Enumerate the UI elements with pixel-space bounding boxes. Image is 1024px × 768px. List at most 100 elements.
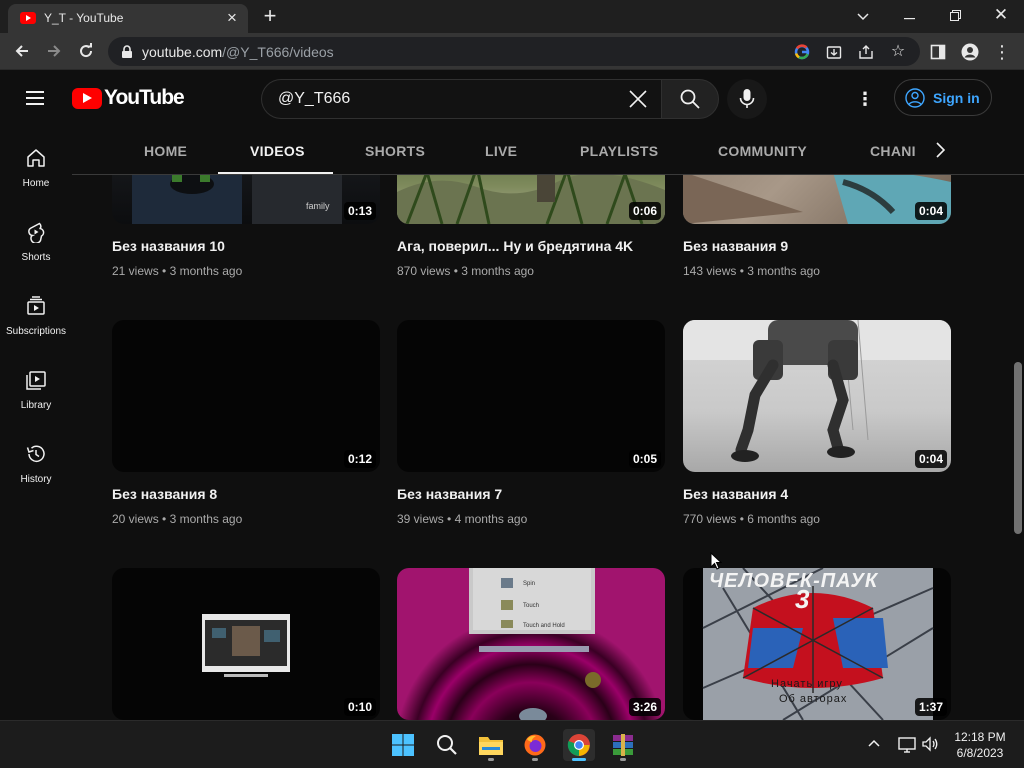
file-explorer-icon <box>479 737 503 755</box>
active-tab-indicator <box>218 172 333 174</box>
profile-icon[interactable] <box>958 40 982 64</box>
video-title[interactable]: Без названия 4 <box>683 486 788 502</box>
browser-menu-icon[interactable]: ⋮ <box>990 40 1014 64</box>
back-button[interactable] <box>8 37 36 65</box>
tab-home[interactable]: HOME <box>144 143 187 159</box>
spiderman-menu-about: Об авторах <box>779 693 848 705</box>
forward-button[interactable] <box>40 37 68 65</box>
file-explorer-button[interactable] <box>475 729 507 761</box>
video-title[interactable]: Ага, поверил... Ну и бредятина 4K <box>397 238 633 254</box>
running-indicator <box>532 758 538 761</box>
guide-item-label: History <box>20 474 52 485</box>
mini-guide-sidebar: Home Shorts Subscriptions Library Histor… <box>0 127 72 720</box>
video-thumbnail[interactable]: ЧЕЛОВЕК-ПАУК 3 Начать игру Об авторах 1:… <box>683 568 951 720</box>
address-bar[interactable]: youtube.com/@Y_T666/videos ☆ <box>108 37 920 66</box>
reload-button[interactable] <box>72 37 100 65</box>
video-thumbnail[interactable]: 0:04 <box>683 320 951 472</box>
spiderman-menu-start: Начать игру <box>771 678 843 690</box>
winrar-button[interactable] <box>607 729 639 761</box>
video-grid: family 0:13 Без названия 10 21 views • 3… <box>72 175 1024 720</box>
browser-tab[interactable]: Y_T - YouTube × <box>8 4 248 33</box>
close-window-button[interactable]: ✕ <box>978 0 1024 33</box>
video-thumbnail[interactable]: Spin Touch Touch and Hold 3:26 <box>397 568 665 720</box>
winrar-icon <box>613 734 633 756</box>
thumbnail-image <box>202 614 290 677</box>
video-title[interactable]: Без названия 8 <box>112 486 217 502</box>
chrome-button[interactable] <box>563 729 595 761</box>
tab-title: Y_T - YouTube <box>44 11 124 25</box>
channel-tabs: HOME VIDEOS SHORTS LIVE PLAYLISTS COMMUN… <box>72 127 1024 175</box>
settings-more-icon[interactable]: ⋮ <box>853 87 877 111</box>
video-metadata: 20 views • 3 months ago <box>112 512 243 526</box>
guide-item-subscriptions[interactable]: Subscriptions <box>0 275 72 349</box>
firefox-icon <box>524 734 546 756</box>
video-thumbnail[interactable]: 0:06 <box>397 175 665 224</box>
scrollbar-thumb[interactable] <box>1014 362 1022 534</box>
new-tab-button[interactable]: + <box>258 5 282 29</box>
tab-community[interactable]: COMMUNITY <box>718 143 807 159</box>
tab-channels[interactable]: CHANI <box>870 143 916 159</box>
guide-menu-button[interactable] <box>22 87 50 111</box>
start-button[interactable] <box>387 729 419 761</box>
guide-item-history[interactable]: History <box>0 423 72 497</box>
search-query[interactable]: @Y_T666 <box>278 90 350 108</box>
clock-time[interactable]: 12:18 PM <box>944 730 1016 744</box>
search-input[interactable]: @Y_T666 <box>261 79 661 119</box>
sign-in-button[interactable]: Sign in <box>894 79 992 116</box>
guide-item-library[interactable]: Library <box>0 349 72 423</box>
video-thumbnail[interactable]: 0:04 <box>683 175 951 224</box>
guide-item-shorts[interactable]: Shorts <box>0 201 72 275</box>
video-title[interactable]: Без названия 7 <box>397 486 502 502</box>
video-metadata: 143 views • 3 months ago <box>683 264 820 278</box>
video-metadata: 39 views • 4 months ago <box>397 512 528 526</box>
spiderman-title: ЧЕЛОВЕК-ПАУК <box>709 570 879 592</box>
youtube-play-icon <box>72 88 102 109</box>
show-hidden-icons-button[interactable] <box>866 735 882 751</box>
page-scrollbar[interactable] <box>1012 175 1024 720</box>
install-app-icon[interactable] <box>824 42 844 62</box>
video-thumbnail[interactable]: 0:05 <box>397 320 665 472</box>
video-duration: 1:37 <box>914 698 947 716</box>
voice-search-button[interactable] <box>727 79 767 119</box>
tab-playlists[interactable]: PLAYLISTS <box>580 143 658 159</box>
clear-search-icon[interactable] <box>625 86 651 112</box>
tab-search-button[interactable] <box>840 0 886 33</box>
running-indicator <box>620 758 626 761</box>
video-thumbnail[interactable]: family 0:13 <box>112 175 380 224</box>
search-icon <box>680 89 700 109</box>
google-lens-icon[interactable] <box>792 42 812 62</box>
guide-item-label: Home <box>22 178 50 189</box>
video-title[interactable]: Без названия 10 <box>112 238 225 254</box>
lock-icon[interactable] <box>120 45 134 59</box>
video-thumbnail[interactable]: 0:12 <box>112 320 380 472</box>
mouse-cursor-icon <box>710 552 722 570</box>
side-panel-icon[interactable] <box>926 40 950 64</box>
taskbar-search-button[interactable] <box>431 729 463 761</box>
video-duration: 0:04 <box>914 450 947 468</box>
video-metadata: 770 views • 6 months ago <box>683 512 820 526</box>
video-title[interactable]: Без названия 9 <box>683 238 788 254</box>
restore-button[interactable] <box>932 0 978 33</box>
search-button[interactable] <box>661 79 719 119</box>
tab-live[interactable]: LIVE <box>485 143 517 159</box>
firefox-button[interactable] <box>519 729 551 761</box>
close-tab-icon[interactable]: × <box>222 8 242 28</box>
guide-item-home[interactable]: Home <box>0 127 72 201</box>
clock-date[interactable]: 6/8/2023 <box>944 746 1016 760</box>
video-thumbnail[interactable]: 0:10 <box>112 568 380 720</box>
thumbnail-image <box>683 320 951 462</box>
youtube-favicon-icon <box>20 12 36 24</box>
video-duration: 0:04 <box>914 202 947 220</box>
bookmark-star-icon[interactable]: ☆ <box>888 42 908 62</box>
tabs-scroll-right-icon[interactable] <box>920 127 960 174</box>
tab-shorts[interactable]: SHORTS <box>365 143 425 159</box>
tab-videos[interactable]: VIDEOS <box>250 143 305 159</box>
guide-item-label: Subscriptions <box>5 326 67 337</box>
start-icon <box>392 734 414 756</box>
network-icon[interactable] <box>898 735 916 753</box>
browser-toolbar: youtube.com/@Y_T666/videos ☆ ⋮ <box>0 33 1024 70</box>
minimize-button[interactable] <box>886 0 932 33</box>
volume-icon[interactable] <box>921 735 939 753</box>
thumbnail-image <box>683 175 951 224</box>
share-icon[interactable] <box>856 42 876 62</box>
